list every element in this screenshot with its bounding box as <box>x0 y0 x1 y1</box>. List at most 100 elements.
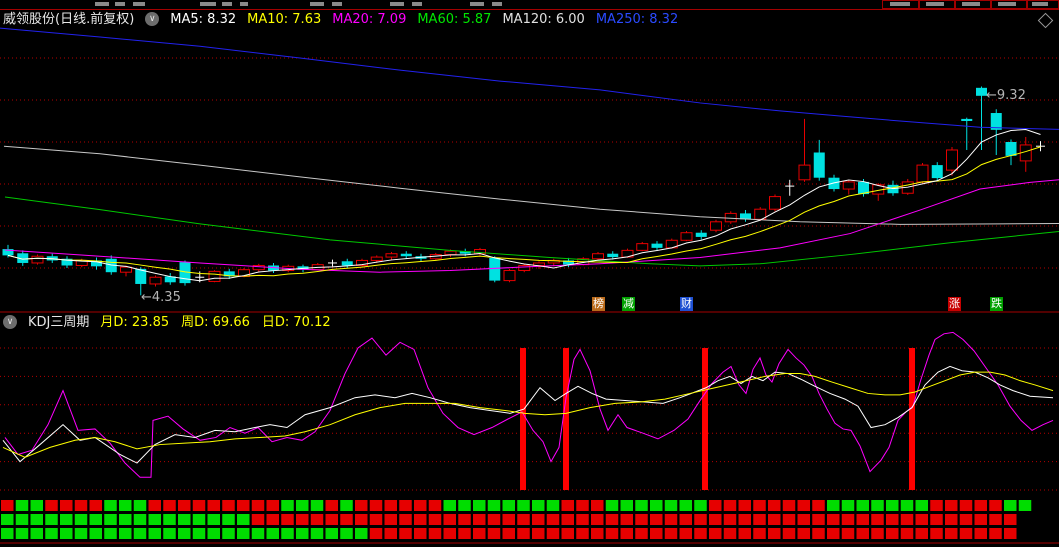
signal-cell <box>945 500 958 511</box>
signal-cell <box>915 500 928 511</box>
signal-cell <box>605 500 619 511</box>
signal-cell <box>310 514 324 525</box>
signal-cell <box>45 528 58 539</box>
signal-cell <box>369 500 383 511</box>
signal-cell <box>266 514 279 525</box>
signal-cell <box>104 514 117 525</box>
signal-cell <box>15 500 29 511</box>
signal-cell <box>664 500 678 511</box>
signal-cell <box>753 514 766 525</box>
signal-cell <box>738 514 751 525</box>
signal-cell <box>1004 528 1017 539</box>
event-badge-跌[interactable]: 跌 <box>990 297 1003 311</box>
signal-cell <box>222 528 235 539</box>
signal-cell <box>89 500 102 511</box>
signal-cell <box>487 500 501 511</box>
signal-cell <box>532 500 545 511</box>
main-chart-header: 威领股份(日线.前复权) ∨ MA5: 8.32 MA10: 7.63 MA20: … <box>0 10 1059 28</box>
signal-cell <box>428 514 442 525</box>
signal-cell <box>340 514 353 525</box>
signal-cell <box>443 500 456 511</box>
signal-cell <box>369 528 383 539</box>
signal-cell <box>443 528 456 539</box>
signal-cell <box>959 514 973 525</box>
signal-cell <box>841 500 855 511</box>
ma-label-MA60: MA60: 5.87 <box>417 11 492 27</box>
signal-cell <box>723 528 737 539</box>
signal-cell <box>89 514 102 525</box>
signal-cell <box>428 500 442 511</box>
signal-cell <box>576 500 589 511</box>
signal-cell <box>399 500 412 511</box>
signal-cell <box>915 514 928 525</box>
signal-cell <box>428 528 442 539</box>
signal-cell <box>591 528 604 539</box>
signal-cell <box>959 500 973 511</box>
signal-cell <box>473 514 486 525</box>
signal-cell <box>856 528 869 539</box>
kdj-signal-bar <box>520 348 526 490</box>
signal-cell <box>163 528 176 539</box>
signal-cell <box>753 528 766 539</box>
event-badge-减[interactable]: 减 <box>622 297 635 311</box>
ma-label-MA120: MA120: 6.00 <box>502 11 585 27</box>
signal-cell <box>325 514 338 525</box>
signal-cell <box>738 500 751 511</box>
chart-canvas[interactable]: ←4.35 ←9.32 <box>0 0 1059 547</box>
signal-cell <box>60 500 73 511</box>
signal-cell <box>502 514 515 525</box>
signal-cell <box>458 500 471 511</box>
signal-cell <box>753 500 766 511</box>
signal-cell <box>237 528 250 539</box>
signal-cell <box>207 528 220 539</box>
signal-cell <box>414 500 427 511</box>
event-badge-榜[interactable]: 榜 <box>592 297 605 311</box>
signal-cell <box>886 514 899 525</box>
signal-cell <box>60 514 73 525</box>
signal-cell <box>561 500 574 511</box>
signal-cell <box>296 514 309 525</box>
event-badge-财[interactable]: 财 <box>680 297 693 311</box>
event-badge-涨[interactable]: 涨 <box>948 297 961 311</box>
signal-cell <box>237 514 250 525</box>
signal-cell <box>841 514 855 525</box>
signal-cell <box>620 528 633 539</box>
signal-cell <box>827 514 840 525</box>
signal-cell <box>340 500 353 511</box>
signal-cell <box>251 500 265 511</box>
signal-cell <box>1 500 14 511</box>
signal-cell <box>237 500 250 511</box>
signal-cell <box>355 500 368 511</box>
signal-cell <box>266 500 279 511</box>
kdj-signal-bar <box>702 348 708 490</box>
signal-cell <box>310 500 324 511</box>
signal-cell <box>60 528 73 539</box>
chevron-down-icon[interactable]: ∨ <box>3 315 17 329</box>
signal-cell <box>45 500 58 511</box>
signal-cell <box>148 500 161 511</box>
signal-cell <box>635 528 648 539</box>
signal-cell <box>635 514 648 525</box>
signal-cell <box>1018 500 1032 511</box>
signal-cell <box>827 500 840 511</box>
signal-cell <box>1 528 14 539</box>
signal-cell <box>546 514 560 525</box>
signal-cell <box>45 514 58 525</box>
signal-cell <box>487 528 501 539</box>
signal-cell <box>1018 514 1032 525</box>
signal-cell <box>664 528 678 539</box>
signal-cell <box>502 528 515 539</box>
signal-cell <box>266 528 279 539</box>
signal-cell <box>576 514 589 525</box>
signal-cell <box>989 500 1002 511</box>
chevron-down-icon[interactable]: ∨ <box>145 12 160 26</box>
signal-cell <box>30 500 43 511</box>
kdj-signal-bar <box>563 348 569 490</box>
signal-cell <box>133 500 147 511</box>
signal-cell <box>133 514 147 525</box>
signal-cell <box>207 514 220 525</box>
signal-cell <box>443 514 456 525</box>
signal-cell <box>812 528 825 539</box>
signal-cell <box>620 514 633 525</box>
signal-cell <box>281 514 294 525</box>
